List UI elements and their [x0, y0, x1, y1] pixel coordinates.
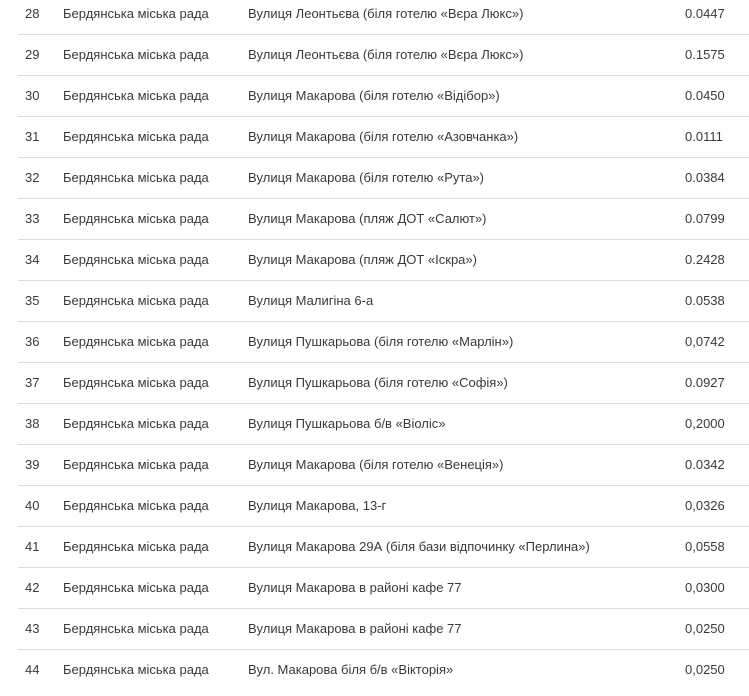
table-row: 39 Бердянська міська рада Вулиця Макарова … — [18, 445, 749, 486]
row-number: 29 — [25, 47, 40, 62]
table-row: 32 Бердянська міська рада Вулиця Макарова … — [18, 158, 749, 199]
council-name: Бердянська міська рада — [63, 293, 209, 308]
area-value: 0.0450 — [685, 88, 725, 103]
table-row: 43 Бердянська міська рада Вулиця Макарова … — [18, 609, 749, 650]
land-plots-table: 28 Бердянська міська рада Вулиця Леонтьєва… — [18, 0, 749, 690]
row-number: 28 — [25, 6, 40, 21]
row-number: 33 — [25, 211, 40, 226]
row-number: 34 — [25, 252, 40, 267]
address: Вулиця Леонтьєва (біля готелю «Вєра Люкс… — [248, 47, 524, 62]
address: Вулиця Макарова (біля готелю «Венеція») — [248, 457, 504, 472]
row-number: 43 — [25, 621, 40, 636]
address: Вулиця Малигіна 6-а — [248, 293, 374, 308]
table-row: 41 Бердянська міська рада Вулиця Макарова … — [18, 527, 749, 568]
address: Вулиця Пушкарьова (біля готелю «Марлін») — [248, 334, 514, 349]
row-number: 31 — [25, 129, 40, 144]
row-number: 39 — [25, 457, 40, 472]
row-number: 35 — [25, 293, 40, 308]
area-value: 0.0927 — [685, 375, 725, 390]
council-name: Бердянська міська рада — [63, 498, 209, 513]
area-value: 0.0111 — [685, 129, 723, 144]
address: Вулиця Макарова (біля готелю «Рута») — [248, 170, 485, 185]
row-number: 38 — [25, 416, 40, 431]
address: Вулиця Макарова (пляж ДОТ «Салют») — [248, 211, 487, 226]
council-name: Бердянська міська рада — [63, 170, 209, 185]
table-row: 37 Бердянська міська рада Вулиця Пушкарьов… — [18, 363, 749, 404]
address: Вулиця Макарова (біля готелю «Азовчанка»… — [248, 129, 519, 144]
table-row: 44 Бердянська міська рада Вул. Макарова бі… — [18, 650, 749, 690]
table-row: 28 Бердянська міська рада Вулиця Леонтьєва… — [18, 0, 749, 35]
council-name: Бердянська міська рада — [63, 47, 209, 62]
table-row: 35 Бердянська міська рада Вулиця Малигіна … — [18, 281, 749, 322]
area-value: 0.0342 — [685, 457, 725, 472]
council-name: Бердянська міська рада — [63, 88, 209, 103]
council-name: Бердянська міська рада — [63, 457, 209, 472]
table-row: 33 Бердянська міська рада Вулиця Макарова … — [18, 199, 749, 240]
area-value: 0,0558 — [685, 539, 725, 554]
table-row: 42 Бердянська міська рада Вулиця Макарова … — [18, 568, 749, 609]
area-value: 0.0447 — [685, 6, 725, 21]
council-name: Бердянська міська рада — [63, 539, 209, 554]
area-value: 0,0300 — [685, 580, 725, 595]
council-name: Бердянська міська рада — [63, 621, 209, 636]
address: Вулиця Пушкарьова (біля готелю «Софія») — [248, 375, 508, 390]
table-row: 30 Бердянська міська рада Вулиця Макарова … — [18, 76, 749, 117]
area-value: 0,0326 — [685, 498, 725, 513]
council-name: Бердянська міська рада — [63, 662, 209, 677]
area-value: 0,0250 — [685, 662, 725, 677]
table-row: 36 Бердянська міська рада Вулиця Пушкарьов… — [18, 322, 749, 363]
address: Вулиця Макарова, 13-г — [248, 498, 387, 513]
table-row: 38 Бердянська міська рада Вулиця Пушкарьов… — [18, 404, 749, 445]
council-name: Бердянська міська рада — [63, 334, 209, 349]
row-number: 41 — [25, 539, 40, 554]
table-row: 34 Бердянська міська рада Вулиця Макарова … — [18, 240, 749, 281]
address: Вулиця Макарова 29А (біля бази відпочинк… — [248, 539, 590, 554]
table-row: 29 Бердянська міська рада Вулиця Леонтьєва… — [18, 35, 749, 76]
address: Вулиця Макарова (біля готелю «Відібор») — [248, 88, 500, 103]
council-name: Бердянська міська рада — [63, 211, 209, 226]
area-value: 0,2000 — [685, 416, 725, 431]
area-value: 0.0538 — [685, 293, 725, 308]
council-name: Бердянська міська рада — [63, 6, 209, 21]
table-row: 31 Бердянська міська рада Вулиця Макарова … — [18, 117, 749, 158]
council-name: Бердянська міська рада — [63, 580, 209, 595]
row-number: 36 — [25, 334, 40, 349]
area-value: 0.0799 — [685, 211, 725, 226]
row-number: 40 — [25, 498, 40, 513]
row-number: 42 — [25, 580, 40, 595]
address: Вулиця Макарова в районі кафе 77 — [248, 621, 462, 636]
area-value: 0,0742 — [685, 334, 725, 349]
area-value: 0.1575 — [685, 47, 725, 62]
address: Вулиця Макарова (пляж ДОТ «Іскра») — [248, 252, 477, 267]
row-number: 32 — [25, 170, 40, 185]
address: Вулиця Леонтьєва (біля готелю «Вєра Люкс… — [248, 6, 524, 21]
area-value: 0.2428 — [685, 252, 725, 267]
council-name: Бердянська міська рада — [63, 252, 209, 267]
row-number: 30 — [25, 88, 40, 103]
row-number: 44 — [25, 662, 40, 677]
area-value: 0.0384 — [685, 170, 725, 185]
address: Вул. Макарова біля б/в «Вікторія» — [248, 662, 454, 677]
council-name: Бердянська міська рада — [63, 416, 209, 431]
council-name: Бердянська міська рада — [63, 129, 209, 144]
row-number: 37 — [25, 375, 40, 390]
area-value: 0,0250 — [685, 621, 725, 636]
address: Вулиця Макарова в районі кафе 77 — [248, 580, 462, 595]
table-row: 40 Бердянська міська рада Вулиця Макарова,… — [18, 486, 749, 527]
address: Вулиця Пушкарьова б/в «Віоліс» — [248, 416, 446, 431]
council-name: Бердянська міська рада — [63, 375, 209, 390]
